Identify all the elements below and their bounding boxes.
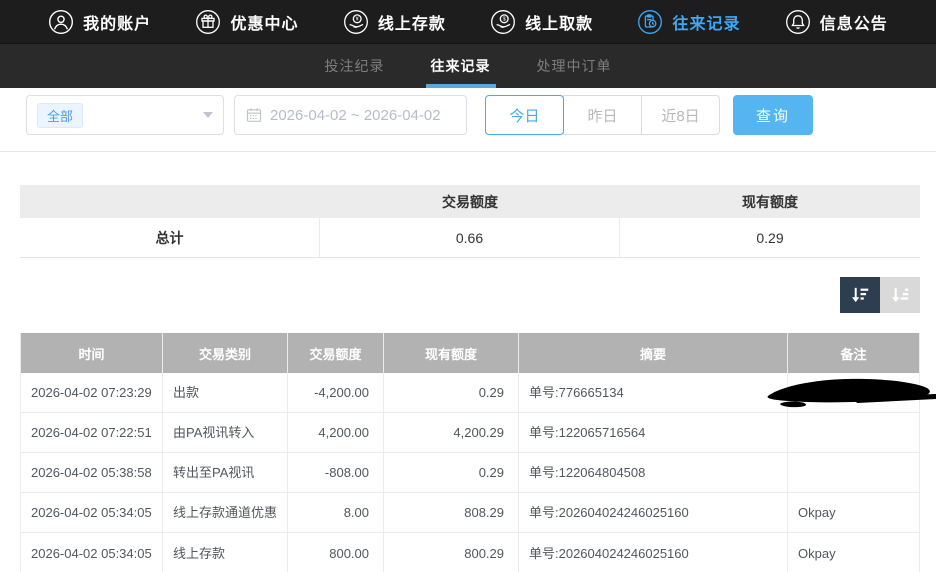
table-row: 2026-04-02 05:34:05 线上存款 800.00 800.29 单…: [21, 533, 919, 572]
cell-note: [788, 413, 919, 452]
nav-label: 往来记录: [672, 10, 740, 34]
table-header-row: 时间 交易类别 交易额度 现有额度 摘要 备注: [21, 333, 919, 373]
cell-note-redacted: [788, 373, 919, 412]
cell-summary: 单号:122065716564: [519, 413, 788, 452]
sort-ascending-icon: [889, 284, 911, 306]
yesterday-button[interactable]: 昨日: [563, 95, 642, 135]
cell-amount: -4,200.00: [288, 373, 384, 412]
transaction-records-page: 我的账户 优惠中心 ¥ 线上存款 $: [0, 0, 936, 572]
today-button[interactable]: 今日: [485, 95, 564, 135]
tab-transaction-records[interactable]: 往来记录: [426, 44, 496, 88]
sort-descending-icon: [849, 284, 871, 306]
col-header-note: 备注: [788, 333, 919, 373]
tab-processing-orders[interactable]: 处理中订单: [532, 44, 617, 88]
cell-type: 线上存款: [163, 533, 288, 572]
cell-note: [788, 453, 919, 492]
cell-amount: -808.00: [288, 453, 384, 492]
nav-item-deposit[interactable]: ¥ 线上存款: [343, 9, 446, 35]
table-row: 2026-04-02 05:38:58 转出至PA视讯 -808.00 0.29…: [21, 453, 919, 493]
deposit-icon: ¥: [343, 9, 369, 35]
last-8-days-button[interactable]: 近8日: [641, 95, 720, 135]
summary-total-label: 总计: [20, 218, 320, 257]
chevron-down-icon: [203, 112, 213, 118]
date-range-value: 2026-04-02 ~ 2026-04-02: [270, 107, 441, 124]
filter-bar: 全部 2026-04-02 ~ 2026-04-02 今日 昨日 近8日 查询: [0, 88, 936, 152]
cell-balance: 4,200.29: [384, 413, 519, 452]
date-range-input[interactable]: 2026-04-02 ~ 2026-04-02: [234, 95, 467, 135]
cell-time: 2026-04-02 07:23:29: [21, 373, 163, 412]
sort-descending-button[interactable]: [840, 277, 880, 313]
tab-label: 处理中订单: [537, 56, 612, 76]
nav-item-announcements[interactable]: 信息公告: [785, 9, 888, 35]
col-header-amount: 交易额度: [288, 333, 384, 373]
calendar-icon: [246, 107, 262, 123]
records-icon: [637, 9, 663, 35]
col-header-time: 时间: [21, 333, 163, 373]
col-header-summary: 摘要: [519, 333, 788, 373]
summary-header-row: 交易额度 现有额度: [20, 185, 920, 218]
cell-time: 2026-04-02 07:22:51: [21, 413, 163, 452]
user-icon: [48, 9, 74, 35]
cell-summary: 单号:202604024246025160: [519, 533, 788, 572]
cell-type: 出款: [163, 373, 288, 412]
cell-note: Okpay: [788, 533, 919, 572]
transaction-type-dropdown[interactable]: 全部: [26, 95, 224, 135]
top-navigation: 我的账户 优惠中心 ¥ 线上存款 $: [0, 0, 936, 44]
search-button[interactable]: 查询: [733, 95, 813, 135]
sort-controls: [20, 277, 920, 313]
summary-header-current-balance: 现有额度: [620, 185, 920, 218]
cell-summary: 单号:122064804508: [519, 453, 788, 492]
nav-item-transaction-records[interactable]: 往来记录: [637, 9, 740, 35]
sort-ascending-button[interactable]: [880, 277, 920, 313]
nav-item-my-account[interactable]: 我的账户: [48, 9, 151, 35]
gift-icon: [195, 9, 221, 35]
summary-transaction-total: 0.66: [320, 218, 620, 257]
quick-range-group: 今日 昨日 近8日: [485, 95, 720, 135]
nav-item-withdrawal[interactable]: $ 线上取款: [490, 9, 593, 35]
summary-balance-total: 0.29: [620, 218, 920, 257]
summary-total-row: 总计 0.66 0.29: [20, 218, 920, 258]
nav-label: 优惠中心: [230, 10, 298, 34]
cell-balance: 800.29: [384, 533, 519, 572]
summary-table: 交易额度 现有额度 总计 0.66 0.29: [20, 185, 920, 258]
cell-balance: 808.29: [384, 493, 519, 532]
nav-label: 信息公告: [820, 10, 888, 34]
tab-label: 投注纪录: [325, 56, 385, 76]
nav-label: 我的账户: [83, 10, 151, 34]
cell-time: 2026-04-02 05:38:58: [21, 453, 163, 492]
cell-type: 线上存款通道优惠: [163, 493, 288, 532]
cell-type: 转出至PA视讯: [163, 453, 288, 492]
cell-amount: 8.00: [288, 493, 384, 532]
col-header-type: 交易类别: [163, 333, 288, 373]
cell-time: 2026-04-02 05:34:05: [21, 533, 163, 572]
cell-note: Okpay: [788, 493, 919, 532]
svg-text:$: $: [503, 16, 506, 22]
transactions-table: 时间 交易类别 交易额度 现有额度 摘要 备注 2026-04-02 07:23…: [20, 333, 920, 572]
table-row: 2026-04-02 07:22:51 由PA视讯转入 4,200.00 4,2…: [21, 413, 919, 453]
selected-type-tag[interactable]: 全部: [37, 103, 83, 128]
col-header-balance: 现有额度: [384, 333, 519, 373]
cell-summary: 单号:202604024246025160: [519, 493, 788, 532]
tab-label: 往来记录: [431, 56, 491, 76]
nav-label: 线上取款: [525, 10, 593, 34]
summary-header-transaction-amount: 交易额度: [320, 185, 620, 218]
nav-label: 线上存款: [378, 10, 446, 34]
cell-type: 由PA视讯转入: [163, 413, 288, 452]
table-row: 2026-04-02 05:34:05 线上存款通道优惠 8.00 808.29…: [21, 493, 919, 533]
nav-item-promotions[interactable]: 优惠中心: [195, 9, 298, 35]
cell-balance: 0.29: [384, 453, 519, 492]
cell-time: 2026-04-02 05:34:05: [21, 493, 163, 532]
cell-amount: 800.00: [288, 533, 384, 572]
active-tab-underline: [426, 84, 496, 88]
announcement-icon: [785, 9, 811, 35]
sub-navigation: 投注纪录 往来记录 处理中订单: [0, 44, 936, 88]
cell-balance: 0.29: [384, 373, 519, 412]
summary-header-empty: [20, 185, 320, 218]
tab-betting-records[interactable]: 投注纪录: [320, 44, 390, 88]
withdraw-icon: $: [490, 9, 516, 35]
cell-amount: 4,200.00: [288, 413, 384, 452]
cell-summary: 单号:776665134: [519, 373, 788, 412]
table-row: 2026-04-02 07:23:29 出款 -4,200.00 0.29 单号…: [21, 373, 919, 413]
